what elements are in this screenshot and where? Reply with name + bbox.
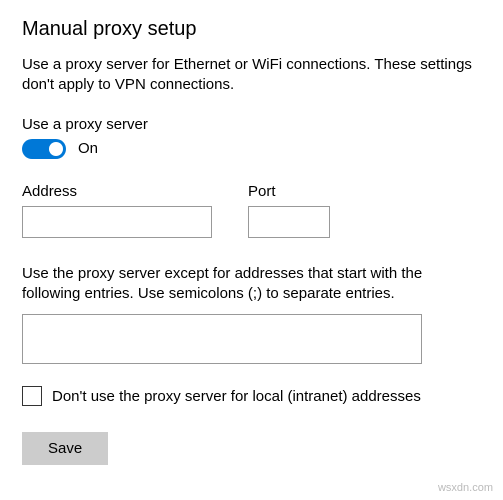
local-bypass-label: Don't use the proxy server for local (in… [52,388,421,405]
watermark: wsxdn.com [438,482,493,494]
address-input[interactable] [22,206,212,238]
page-title: Manual proxy setup [22,18,481,41]
local-bypass-checkbox[interactable] [22,386,42,406]
port-input[interactable] [248,206,330,238]
use-proxy-state: On [78,140,98,157]
use-proxy-label: Use a proxy server [22,116,481,133]
address-label: Address [22,183,212,200]
exceptions-description: Use the proxy server except for addresse… [22,264,481,305]
save-button[interactable]: Save [22,432,108,465]
exceptions-input[interactable] [22,314,422,364]
toggle-knob-icon [49,142,63,156]
proxy-description: Use a proxy server for Ethernet or WiFi … [22,55,481,96]
port-label: Port [248,183,330,200]
use-proxy-toggle[interactable] [22,139,66,159]
